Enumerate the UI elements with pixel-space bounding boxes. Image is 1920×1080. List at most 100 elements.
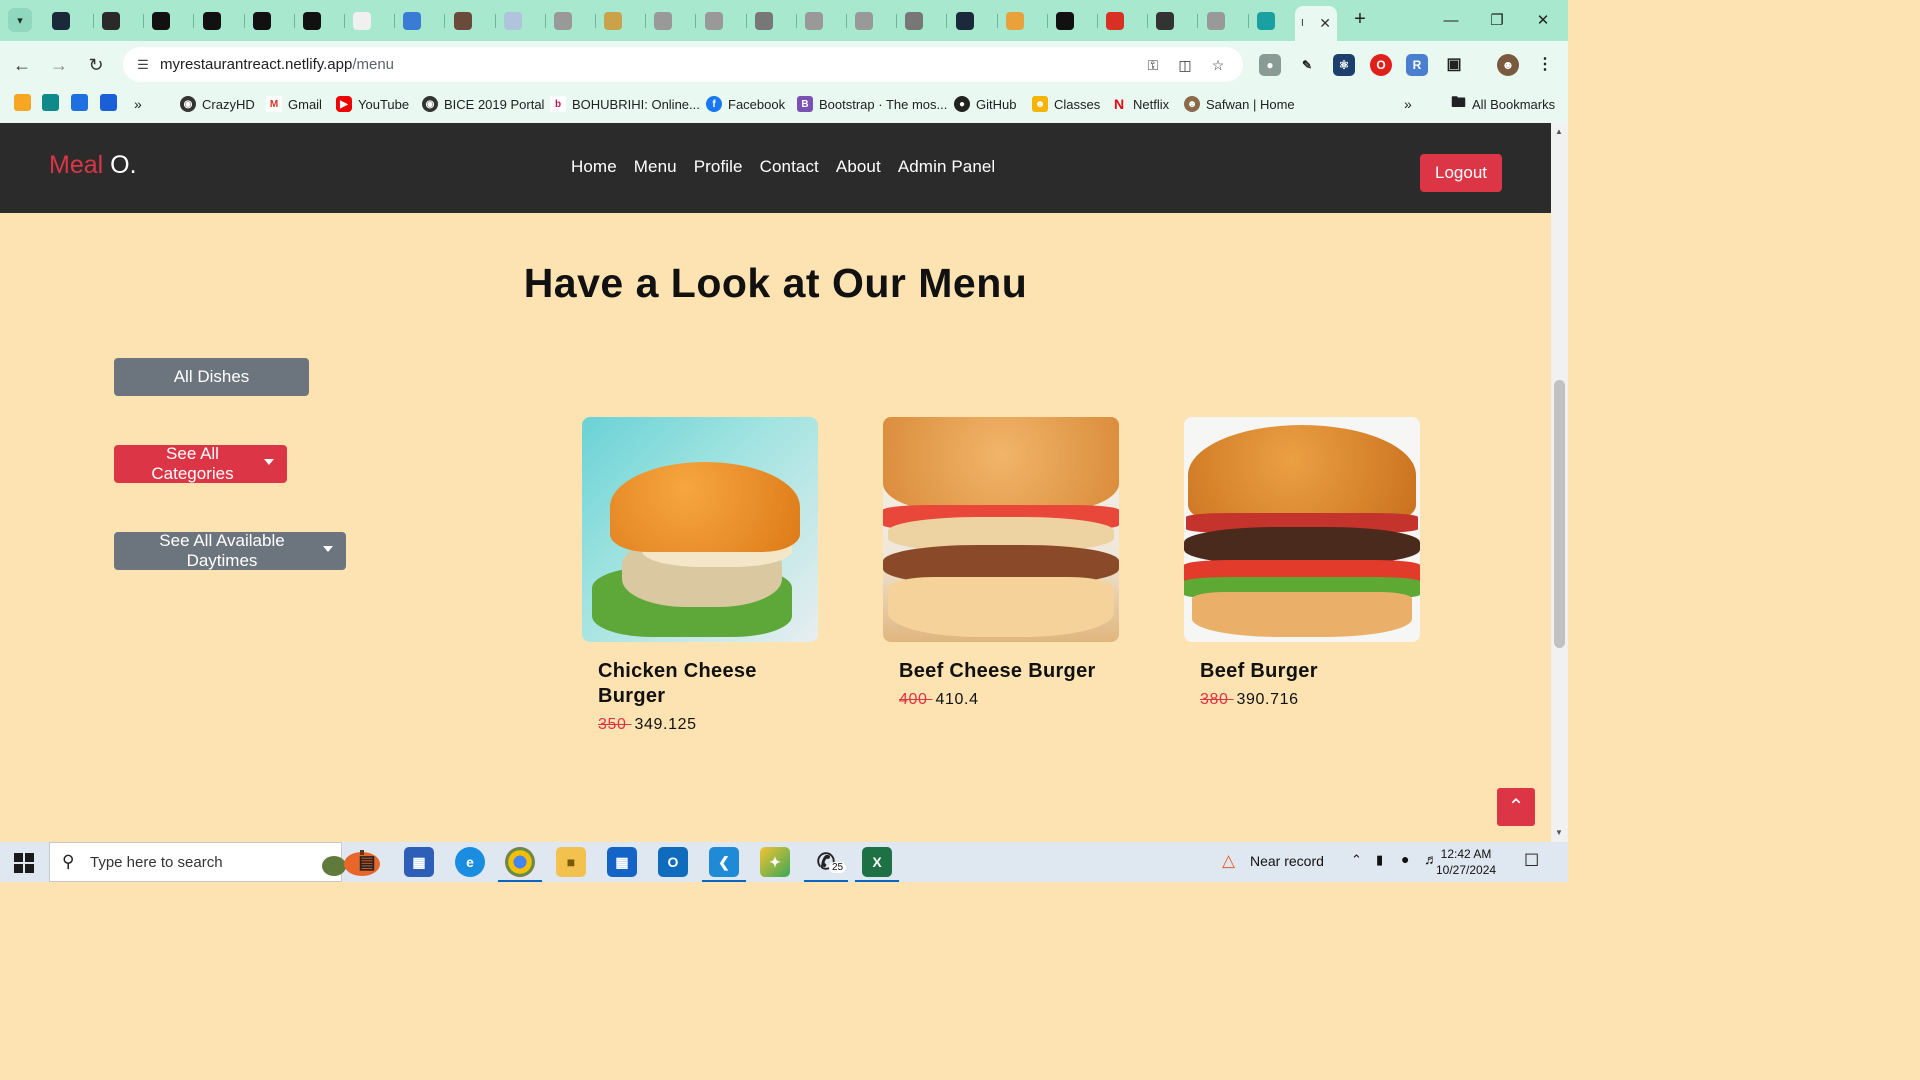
daytimes-dropdown[interactable]: See All Available Daytimes — [114, 531, 346, 570]
dish-card[interactable]: Chicken Cheese Burger 350 349.125 — [582, 417, 818, 734]
address-bar[interactable]: ☰ myrestaurantreact.netlify.app/menu ⚿ ◫… — [123, 47, 1243, 82]
chrome-icon[interactable] — [505, 847, 535, 877]
bookmark-bohubrihi[interactable]: b BOHUBRIHI: Online... — [550, 94, 700, 114]
reload-icon[interactable]: ↻ — [84, 53, 108, 77]
windows-start-icon[interactable] — [14, 853, 34, 873]
bookmark-app-icon[interactable] — [14, 94, 31, 111]
browser-tab[interactable] — [347, 8, 396, 34]
scroll-to-top-button[interactable]: ⌃ — [1497, 788, 1535, 826]
dish-card[interactable]: Beef Burger 380 390.716 — [1184, 417, 1420, 709]
browser-tab[interactable] — [1251, 8, 1299, 34]
bookmarks-overflow-icon[interactable]: » — [134, 94, 142, 114]
app-icon-file-manager[interactable]: ▦ — [404, 847, 434, 877]
site-brand[interactable]: Meal O. — [49, 151, 137, 180]
minimize-icon[interactable]: — — [1428, 8, 1474, 34]
browser-tab[interactable] — [1100, 8, 1149, 34]
browser-tab[interactable] — [297, 8, 345, 34]
scrollbar-thumb[interactable] — [1554, 380, 1565, 648]
browser-tab[interactable] — [799, 8, 847, 34]
close-tab-icon[interactable]: ✕ — [1319, 15, 1331, 32]
browser-tab[interactable] — [598, 8, 647, 34]
bookmark-classes[interactable]: ☻ Classes — [1032, 94, 1100, 114]
bookmark-github[interactable]: ● GitHub — [954, 94, 1016, 114]
dish-card[interactable]: Beef Cheese Burger 400 410.4 — [883, 417, 1119, 709]
restore-icon[interactable]: ❐ — [1474, 8, 1520, 34]
nav-link-profile[interactable]: Profile — [694, 157, 743, 177]
bookmark-netflix[interactable]: N Netflix — [1111, 94, 1169, 114]
browser-tab[interactable] — [397, 8, 446, 34]
nav-link-admin-panel[interactable]: Admin Panel — [898, 157, 996, 177]
all-bookmarks-folder[interactable]: 🖿 All Bookmarks — [1451, 94, 1555, 114]
weather-text[interactable]: Near record — [1250, 853, 1324, 869]
profile-avatar[interactable]: ☻ — [1497, 54, 1519, 76]
browser-tab[interactable] — [899, 8, 948, 34]
forward-icon[interactable]: → — [47, 53, 71, 77]
file-explorer-icon[interactable]: ■ — [556, 847, 586, 877]
key-icon[interactable]: ⚿ — [1143, 55, 1163, 75]
browser-tab[interactable] — [699, 8, 747, 34]
bookmark-app-icon[interactable] — [71, 94, 88, 111]
system-clock[interactable]: 12:42 AM 10/27/2024 — [1436, 846, 1496, 878]
dish-image-beef-burger[interactable] — [1184, 417, 1420, 642]
bookmark-crazyhd[interactable]: ◉ CrazyHD — [180, 94, 255, 114]
browser-tab[interactable] — [247, 8, 295, 34]
browser-tab[interactable] — [448, 8, 496, 34]
scroll-up-arrow-icon[interactable]: ▲ — [1555, 127, 1563, 136]
browser-tab[interactable] — [749, 8, 797, 34]
active-tab[interactable]: I ✕ — [1295, 6, 1337, 41]
bookmark-facebook[interactable]: f Facebook — [706, 94, 785, 114]
bookmark-app-icon[interactable] — [42, 94, 59, 111]
bookmark-bootstrap[interactable]: B Bootstrap · The mos... — [797, 94, 947, 114]
opera-icon[interactable]: O — [1370, 54, 1392, 76]
bookmarks-more-icon[interactable]: » — [1404, 94, 1412, 114]
nav-link-home[interactable]: Home — [571, 157, 617, 177]
outlook-icon[interactable]: O — [658, 847, 688, 877]
nav-link-contact[interactable]: Contact — [760, 157, 819, 177]
back-icon[interactable]: ← — [10, 53, 34, 77]
nav-link-menu[interactable]: Menu — [634, 157, 677, 177]
taskbar-search-box[interactable]: ⚲ Type here to search — [49, 842, 380, 882]
r-extension-icon[interactable]: R — [1406, 54, 1428, 76]
bookmark-gmail[interactable]: M Gmail — [266, 94, 322, 114]
battery-icon[interactable]: ▮ — [1376, 852, 1383, 868]
url-text[interactable]: myrestaurantreact.netlify.app/menu — [160, 56, 394, 73]
install-app-icon[interactable]: ◫ — [1175, 55, 1195, 75]
nav-link-about[interactable]: About — [836, 157, 881, 177]
browser-tab[interactable] — [849, 8, 898, 34]
microsoft-store-icon[interactable]: ▦ — [607, 847, 637, 877]
excel-icon[interactable]: X — [862, 847, 892, 877]
logout-button[interactable]: Logout — [1420, 154, 1502, 192]
dish-image-chicken-cheese-burger[interactable] — [582, 417, 818, 642]
notification-icon[interactable]: ☐ — [1524, 851, 1539, 871]
tab-search-icon[interactable]: ▾ — [8, 8, 32, 32]
vscode-icon[interactable]: ❮ — [709, 847, 739, 877]
site-info-icon[interactable]: ☰ — [131, 53, 155, 77]
extension-bug-icon[interactable]: ● — [1259, 54, 1281, 76]
dish-image-beef-cheese-burger[interactable] — [883, 417, 1119, 642]
browser-tab[interactable] — [1000, 8, 1048, 34]
tray-overflow-icon[interactable]: ⌃ — [1351, 852, 1362, 868]
bookmark-youtube[interactable]: ▶ YouTube — [336, 94, 409, 114]
bookmark-bice-portal[interactable]: ◉ BICE 2019 Portal — [422, 94, 544, 114]
browser-tab[interactable] — [498, 8, 546, 34]
extensions-puzzle-icon[interactable]: ▣ — [1443, 54, 1465, 76]
bookmark-app-icon[interactable] — [100, 94, 117, 111]
task-view-icon[interactable]: ▤ — [352, 847, 382, 877]
browser-tab[interactable] — [146, 8, 195, 34]
browser-tab[interactable] — [46, 8, 94, 34]
edge-icon[interactable]: e — [455, 847, 485, 877]
browser-tab[interactable] — [1050, 8, 1098, 34]
close-window-icon[interactable]: ✕ — [1520, 8, 1566, 34]
browser-tab[interactable] — [1150, 8, 1199, 34]
browser-tab[interactable] — [548, 8, 596, 34]
bookmark-safwan-home[interactable]: ☻ Safwan | Home — [1184, 94, 1295, 114]
new-tab-button[interactable]: + — [1349, 8, 1371, 30]
thermometer-icon[interactable]: △ — [1222, 851, 1235, 871]
browser-tab[interactable] — [950, 8, 998, 34]
browser-tab[interactable] — [197, 8, 245, 34]
bookmark-star-icon[interactable]: ☆ — [1208, 55, 1228, 75]
categories-dropdown[interactable]: See All Categories — [114, 444, 287, 483]
scroll-down-arrow-icon[interactable]: ▼ — [1555, 828, 1563, 837]
browser-menu-icon[interactable]: ⋮ — [1534, 54, 1556, 76]
browser-tab[interactable] — [1201, 8, 1249, 34]
